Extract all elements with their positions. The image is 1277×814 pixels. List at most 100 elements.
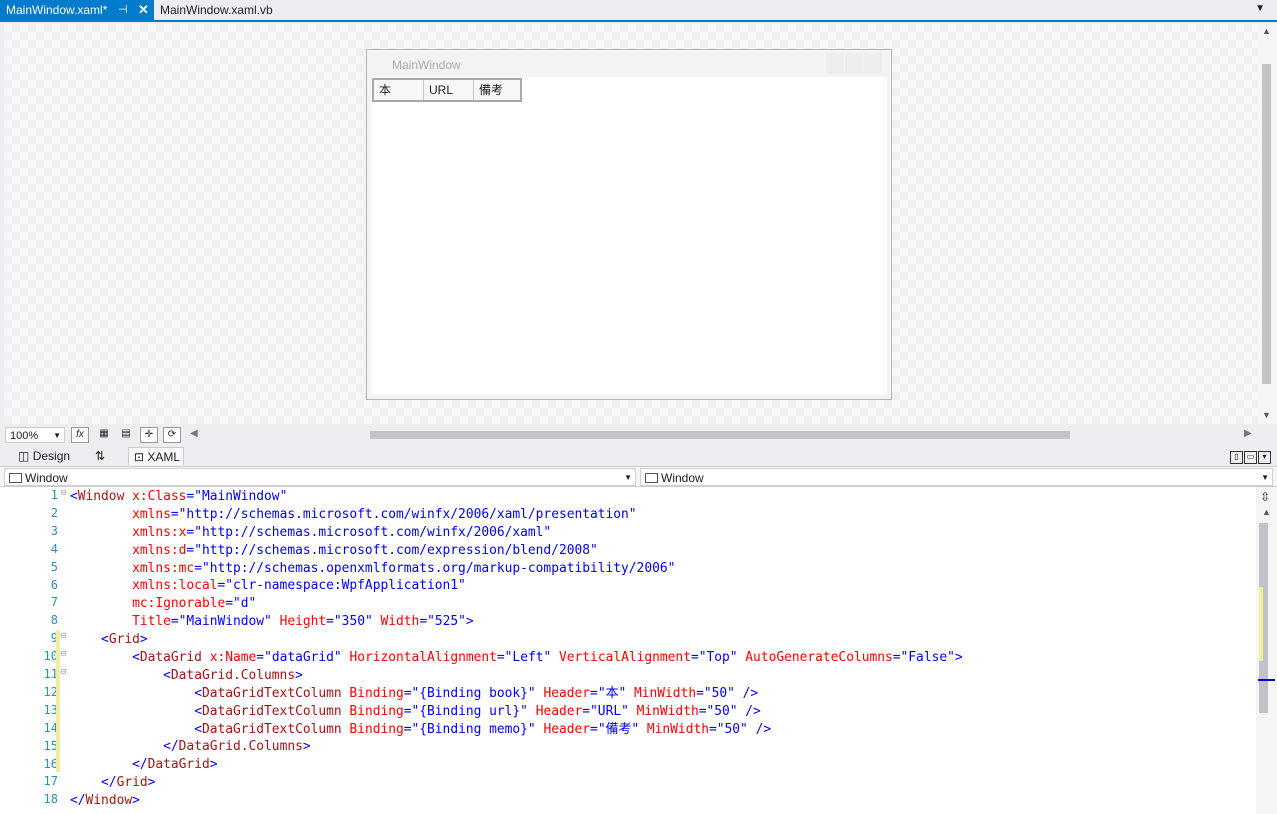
zoom-toolbar: 100% ▼ fx ▦ ▤ ✛ ⟳ ◀ ▶ bbox=[0, 424, 1277, 446]
preview-client-area: 本 URL 備考 bbox=[371, 77, 887, 395]
chevron-down-icon: ▼ bbox=[53, 431, 61, 440]
refresh-design-icon[interactable]: ⟳ bbox=[163, 427, 181, 443]
line-number: 14 bbox=[43, 720, 58, 735]
code-line[interactable]: xmlns:d="http://schemas.microsoft.com/ex… bbox=[70, 542, 963, 560]
line-number: 1 bbox=[50, 488, 58, 502]
datagrid-header[interactable]: 本 URL 備考 bbox=[372, 78, 522, 102]
fold-toggle-icon[interactable]: ⊟ bbox=[61, 667, 66, 677]
change-overview-marker bbox=[1259, 587, 1263, 661]
line-number: 13 bbox=[43, 702, 58, 717]
scroll-thumb[interactable] bbox=[1262, 64, 1271, 384]
tab-mainwindow-xaml[interactable]: MainWindow.xaml* ⊣ ✕ bbox=[0, 0, 154, 20]
element-dropdown-right-label: Window bbox=[661, 471, 704, 485]
code-line[interactable]: xmlns:mc="http://schemas.openxmlformats.… bbox=[70, 560, 963, 578]
formula-icon[interactable]: fx bbox=[71, 427, 89, 443]
element-dropdown-right[interactable]: Window ▼ bbox=[640, 468, 1273, 486]
swap-panes-icon[interactable]: ⇅ bbox=[95, 447, 105, 465]
collapse-pane-icon[interactable]: ▾ bbox=[1258, 451, 1271, 464]
preview-window[interactable]: MainWindow 本 URL 備考 bbox=[366, 49, 892, 400]
snap-lines-icon[interactable]: ✛ bbox=[140, 427, 158, 443]
column-header-url[interactable]: URL bbox=[424, 80, 474, 100]
tab-list-dropdown-icon[interactable]: ▼ bbox=[1255, 3, 1265, 14]
line-number: 5 bbox=[50, 559, 58, 574]
fold-toggle-icon[interactable]: ⊟ bbox=[61, 649, 66, 659]
xaml-code-editor[interactable]: 1 ⊟ 2 3 4 5 6 7 8 9 ⊟ 10 ⊟ 11 ⊟ 12 13 14 15 16 17 18 <Window … bbox=[0, 487, 1256, 814]
code-line[interactable]: <DataGridTextColumn Binding="{Binding bo… bbox=[70, 685, 963, 703]
horizontal-split-icon[interactable]: ▭ bbox=[1244, 451, 1257, 464]
code-line[interactable]: <DataGrid x:Name="dataGrid" HorizontalAl… bbox=[70, 649, 963, 667]
line-number: 15 bbox=[43, 738, 58, 753]
fold-toggle-icon[interactable]: ⊟ bbox=[61, 488, 66, 498]
line-number: 4 bbox=[50, 541, 58, 556]
code-line[interactable]: <Window x:Class="MainWindow" bbox=[70, 488, 963, 506]
design-icon: ◫ bbox=[18, 449, 30, 463]
tab-xaml[interactable]: ⊡ XAML bbox=[128, 447, 184, 465]
line-number: 10 bbox=[43, 649, 58, 664]
column-header-book[interactable]: 本 bbox=[374, 80, 424, 100]
line-number: 11 bbox=[43, 667, 58, 681]
line-number: 7 bbox=[50, 595, 58, 610]
scroll-right-icon[interactable]: ▶ bbox=[1244, 428, 1252, 439]
tab-label: MainWindow.xaml* bbox=[6, 3, 108, 17]
navigation-bar: Window ▼ Window ▼ bbox=[0, 466, 1277, 487]
code-line[interactable]: xmlns:x="http://schemas.microsoft.com/wi… bbox=[70, 524, 963, 542]
code-line[interactable]: xmlns="http://schemas.microsoft.com/winf… bbox=[70, 506, 963, 524]
line-number: 9 bbox=[50, 631, 58, 646]
code-line[interactable]: <DataGridTextColumn Binding="{Binding me… bbox=[70, 721, 963, 739]
line-number: 17 bbox=[43, 774, 58, 789]
tab-design[interactable]: ◫ Design bbox=[18, 447, 70, 465]
tab-label: MainWindow.xaml.vb bbox=[160, 3, 273, 17]
split-editor-icon[interactable]: ⇳ bbox=[1260, 490, 1270, 504]
xaml-icon: ⊡ bbox=[134, 450, 145, 464]
editor-vertical-scrollbar[interactable]: ⇳ ▲ bbox=[1256, 487, 1277, 814]
line-number: 16 bbox=[43, 756, 58, 771]
line-number: 8 bbox=[50, 613, 58, 628]
close-icon[interactable]: ✕ bbox=[138, 0, 149, 20]
code-line[interactable]: Title="MainWindow" Height="350" Width="5… bbox=[70, 613, 963, 631]
zoom-select[interactable]: 100% ▼ bbox=[5, 427, 65, 443]
scroll-up-icon[interactable]: ▲ bbox=[1262, 507, 1271, 517]
vertical-split-icon[interactable]: ▯ bbox=[1230, 451, 1243, 464]
code-line[interactable]: <DataGridTextColumn Binding="{Binding ur… bbox=[70, 703, 963, 721]
code-line[interactable]: <DataGrid.Columns> bbox=[70, 667, 963, 685]
line-number: 6 bbox=[50, 577, 58, 592]
code-line[interactable]: mc:Ignorable="d" bbox=[70, 595, 963, 613]
line-number: 3 bbox=[50, 523, 58, 538]
chevron-down-icon: ▼ bbox=[1261, 473, 1269, 482]
code-text[interactable]: <Window x:Class="MainWindow" xmlns="http… bbox=[70, 488, 963, 810]
grid-icon[interactable]: ▦ bbox=[95, 427, 113, 443]
scroll-left-icon[interactable]: ◀ bbox=[190, 428, 198, 439]
horizontal-scroll-thumb[interactable] bbox=[370, 431, 1070, 439]
line-number: 18 bbox=[43, 792, 58, 807]
preview-window-title: MainWindow bbox=[392, 58, 461, 72]
element-dropdown-left[interactable]: Window ▼ bbox=[4, 468, 636, 486]
fold-toggle-icon[interactable]: ⊟ bbox=[61, 631, 66, 641]
caret-position-marker bbox=[1258, 679, 1275, 681]
tab-xaml-label: XAML bbox=[147, 450, 181, 464]
code-line[interactable]: <Grid> bbox=[70, 631, 963, 649]
element-icon bbox=[9, 473, 22, 483]
design-vertical-scrollbar[interactable]: ▲ ▼ bbox=[1258, 24, 1277, 424]
preview-window-buttons bbox=[825, 53, 885, 75]
element-dropdown-left-label: Window bbox=[25, 471, 68, 485]
scroll-down-icon[interactable]: ▼ bbox=[1262, 410, 1271, 420]
split-layout-buttons: ▯ ▭ ▾ bbox=[1229, 448, 1271, 464]
chevron-down-icon: ▼ bbox=[624, 473, 632, 482]
code-line[interactable]: </DataGrid> bbox=[70, 756, 963, 774]
tab-mainwindow-xaml-vb[interactable]: MainWindow.xaml.vb bbox=[154, 0, 284, 20]
code-line[interactable]: </DataGrid.Columns> bbox=[70, 738, 963, 756]
maximize-icon bbox=[845, 53, 863, 73]
line-number: 2 bbox=[50, 505, 58, 520]
scroll-up-icon[interactable]: ▲ bbox=[1262, 26, 1271, 36]
code-line[interactable]: </Window> bbox=[70, 792, 963, 810]
close-icon bbox=[864, 53, 882, 73]
document-tab-strip: MainWindow.xaml* ⊣ ✕ MainWindow.xaml.vb … bbox=[0, 0, 1277, 22]
snap-grid-icon[interactable]: ▤ bbox=[117, 427, 135, 443]
minimize-icon bbox=[826, 53, 844, 73]
tab-design-label: Design bbox=[32, 449, 71, 463]
pane-tabs: ◫ Design ⇅ ⊡ XAML ▯ ▭ ▾ bbox=[0, 446, 1277, 466]
column-header-memo[interactable]: 備考 bbox=[474, 80, 520, 100]
code-line[interactable]: xmlns:local="clr-namespace:WpfApplicatio… bbox=[70, 577, 963, 595]
code-line[interactable]: </Grid> bbox=[70, 774, 963, 792]
pin-icon[interactable]: ⊣ bbox=[118, 0, 128, 20]
